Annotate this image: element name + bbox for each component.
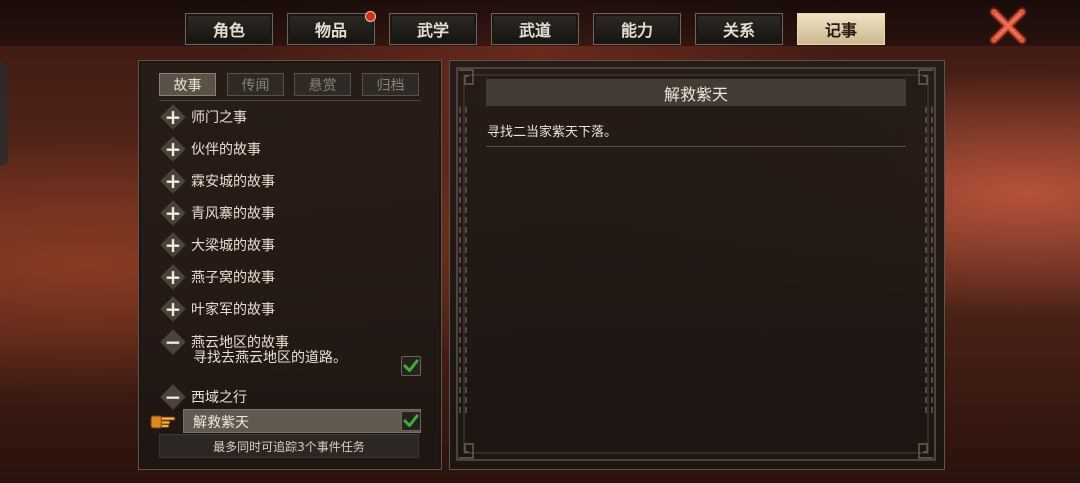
expand-plus-icon[interactable]: + xyxy=(160,264,186,290)
quest-item[interactable]: 寻找去燕云地区的道路。 xyxy=(193,350,353,367)
close-x-icon xyxy=(989,7,1027,45)
pointing-hand-icon xyxy=(149,411,177,431)
category-label: 燕子窝的故事 xyxy=(191,270,275,286)
tab-label: 物品 xyxy=(314,21,347,40)
tab-label: 武学 xyxy=(416,21,449,40)
quest-detail-panel: 解救紫天 寻找二当家紫天下落。 xyxy=(449,60,945,470)
notification-badge xyxy=(365,11,376,22)
category-row[interactable]: + 大梁城的故事 xyxy=(160,230,275,260)
category-row[interactable]: + 叶家军的故事 xyxy=(160,294,275,324)
expand-plus-icon[interactable]: + xyxy=(160,136,186,162)
detail-divider xyxy=(486,146,906,147)
category-label: 大梁城的故事 xyxy=(191,238,275,254)
tab-abilities[interactable]: 能力 xyxy=(593,13,681,45)
quest-item-selected[interactable]: 解救紫天 xyxy=(183,409,421,433)
quest-label: 解救紫天 xyxy=(193,415,249,431)
tracked-checkbox[interactable] xyxy=(401,356,421,376)
category-row[interactable]: + 燕子窝的故事 xyxy=(160,262,275,292)
subtab-story[interactable]: 故事 xyxy=(159,73,216,96)
category-label: 叶家军的故事 xyxy=(191,302,275,318)
tab-label: 关系 xyxy=(722,21,755,40)
expand-plus-icon[interactable]: + xyxy=(160,104,186,130)
tab-journal[interactable]: 记事 xyxy=(797,13,885,45)
tab-label: 角色 xyxy=(212,21,245,40)
side-drawer-handle[interactable] xyxy=(0,62,8,166)
collapse-minus-icon[interactable]: − xyxy=(160,384,186,410)
category-label: 伙伴的故事 xyxy=(191,142,261,158)
category-row[interactable]: + 青风寨的故事 xyxy=(160,198,275,228)
category-label: 青风寨的故事 xyxy=(191,206,275,222)
category-label: 霖安城的故事 xyxy=(191,174,275,190)
tab-label: 记事 xyxy=(824,21,857,40)
checkmark-icon xyxy=(403,359,419,372)
expand-plus-icon[interactable]: + xyxy=(160,232,186,258)
category-label: 燕云地区的故事 xyxy=(191,335,289,351)
subtab-rumors[interactable]: 传闻 xyxy=(227,73,284,96)
detail-title: 解救紫天 xyxy=(486,79,906,106)
tab-label: 能力 xyxy=(620,21,653,40)
expand-plus-icon[interactable]: + xyxy=(160,168,186,194)
quest-list-panel: 故事 传闻 悬赏 归档 + 师门之事 + 伙伴的故事 + 霖安城的故事 + 青风… xyxy=(138,60,442,470)
subtab-divider xyxy=(159,100,421,101)
collapse-minus-icon[interactable]: − xyxy=(160,329,186,355)
tab-items[interactable]: 物品 xyxy=(287,11,376,45)
category-row[interactable]: + 霖安城的故事 xyxy=(160,166,275,196)
subtab-label: 归档 xyxy=(376,77,405,94)
expand-plus-icon[interactable]: + xyxy=(160,200,186,226)
tab-martial-way[interactable]: 武道 xyxy=(491,13,579,45)
subtab-label: 故事 xyxy=(173,77,202,94)
category-label: 西域之行 xyxy=(191,390,247,406)
close-button[interactable] xyxy=(988,6,1028,46)
detail-description: 寻找二当家紫天下落。 xyxy=(487,125,618,140)
subtab-archive[interactable]: 归档 xyxy=(362,73,419,96)
expand-plus-icon[interactable]: + xyxy=(160,296,186,322)
checkmark-icon xyxy=(403,414,419,427)
tab-martial-arts[interactable]: 武学 xyxy=(389,13,477,45)
subtab-label: 悬赏 xyxy=(308,77,337,94)
tab-label: 武道 xyxy=(518,21,551,40)
category-label: 师门之事 xyxy=(191,110,247,126)
tab-relations[interactable]: 关系 xyxy=(695,13,783,45)
category-row[interactable]: + 师门之事 xyxy=(160,102,247,132)
tracked-checkbox[interactable] xyxy=(401,411,421,431)
category-row[interactable]: − 西域之行 xyxy=(160,382,247,412)
subtab-label: 传闻 xyxy=(241,77,270,94)
tracking-limit-note: 最多同时可追踪3个事件任务 xyxy=(159,434,419,458)
category-row[interactable]: + 伙伴的故事 xyxy=(160,134,261,164)
subtab-bounties[interactable]: 悬赏 xyxy=(294,73,351,96)
tab-character[interactable]: 角色 xyxy=(185,13,273,45)
